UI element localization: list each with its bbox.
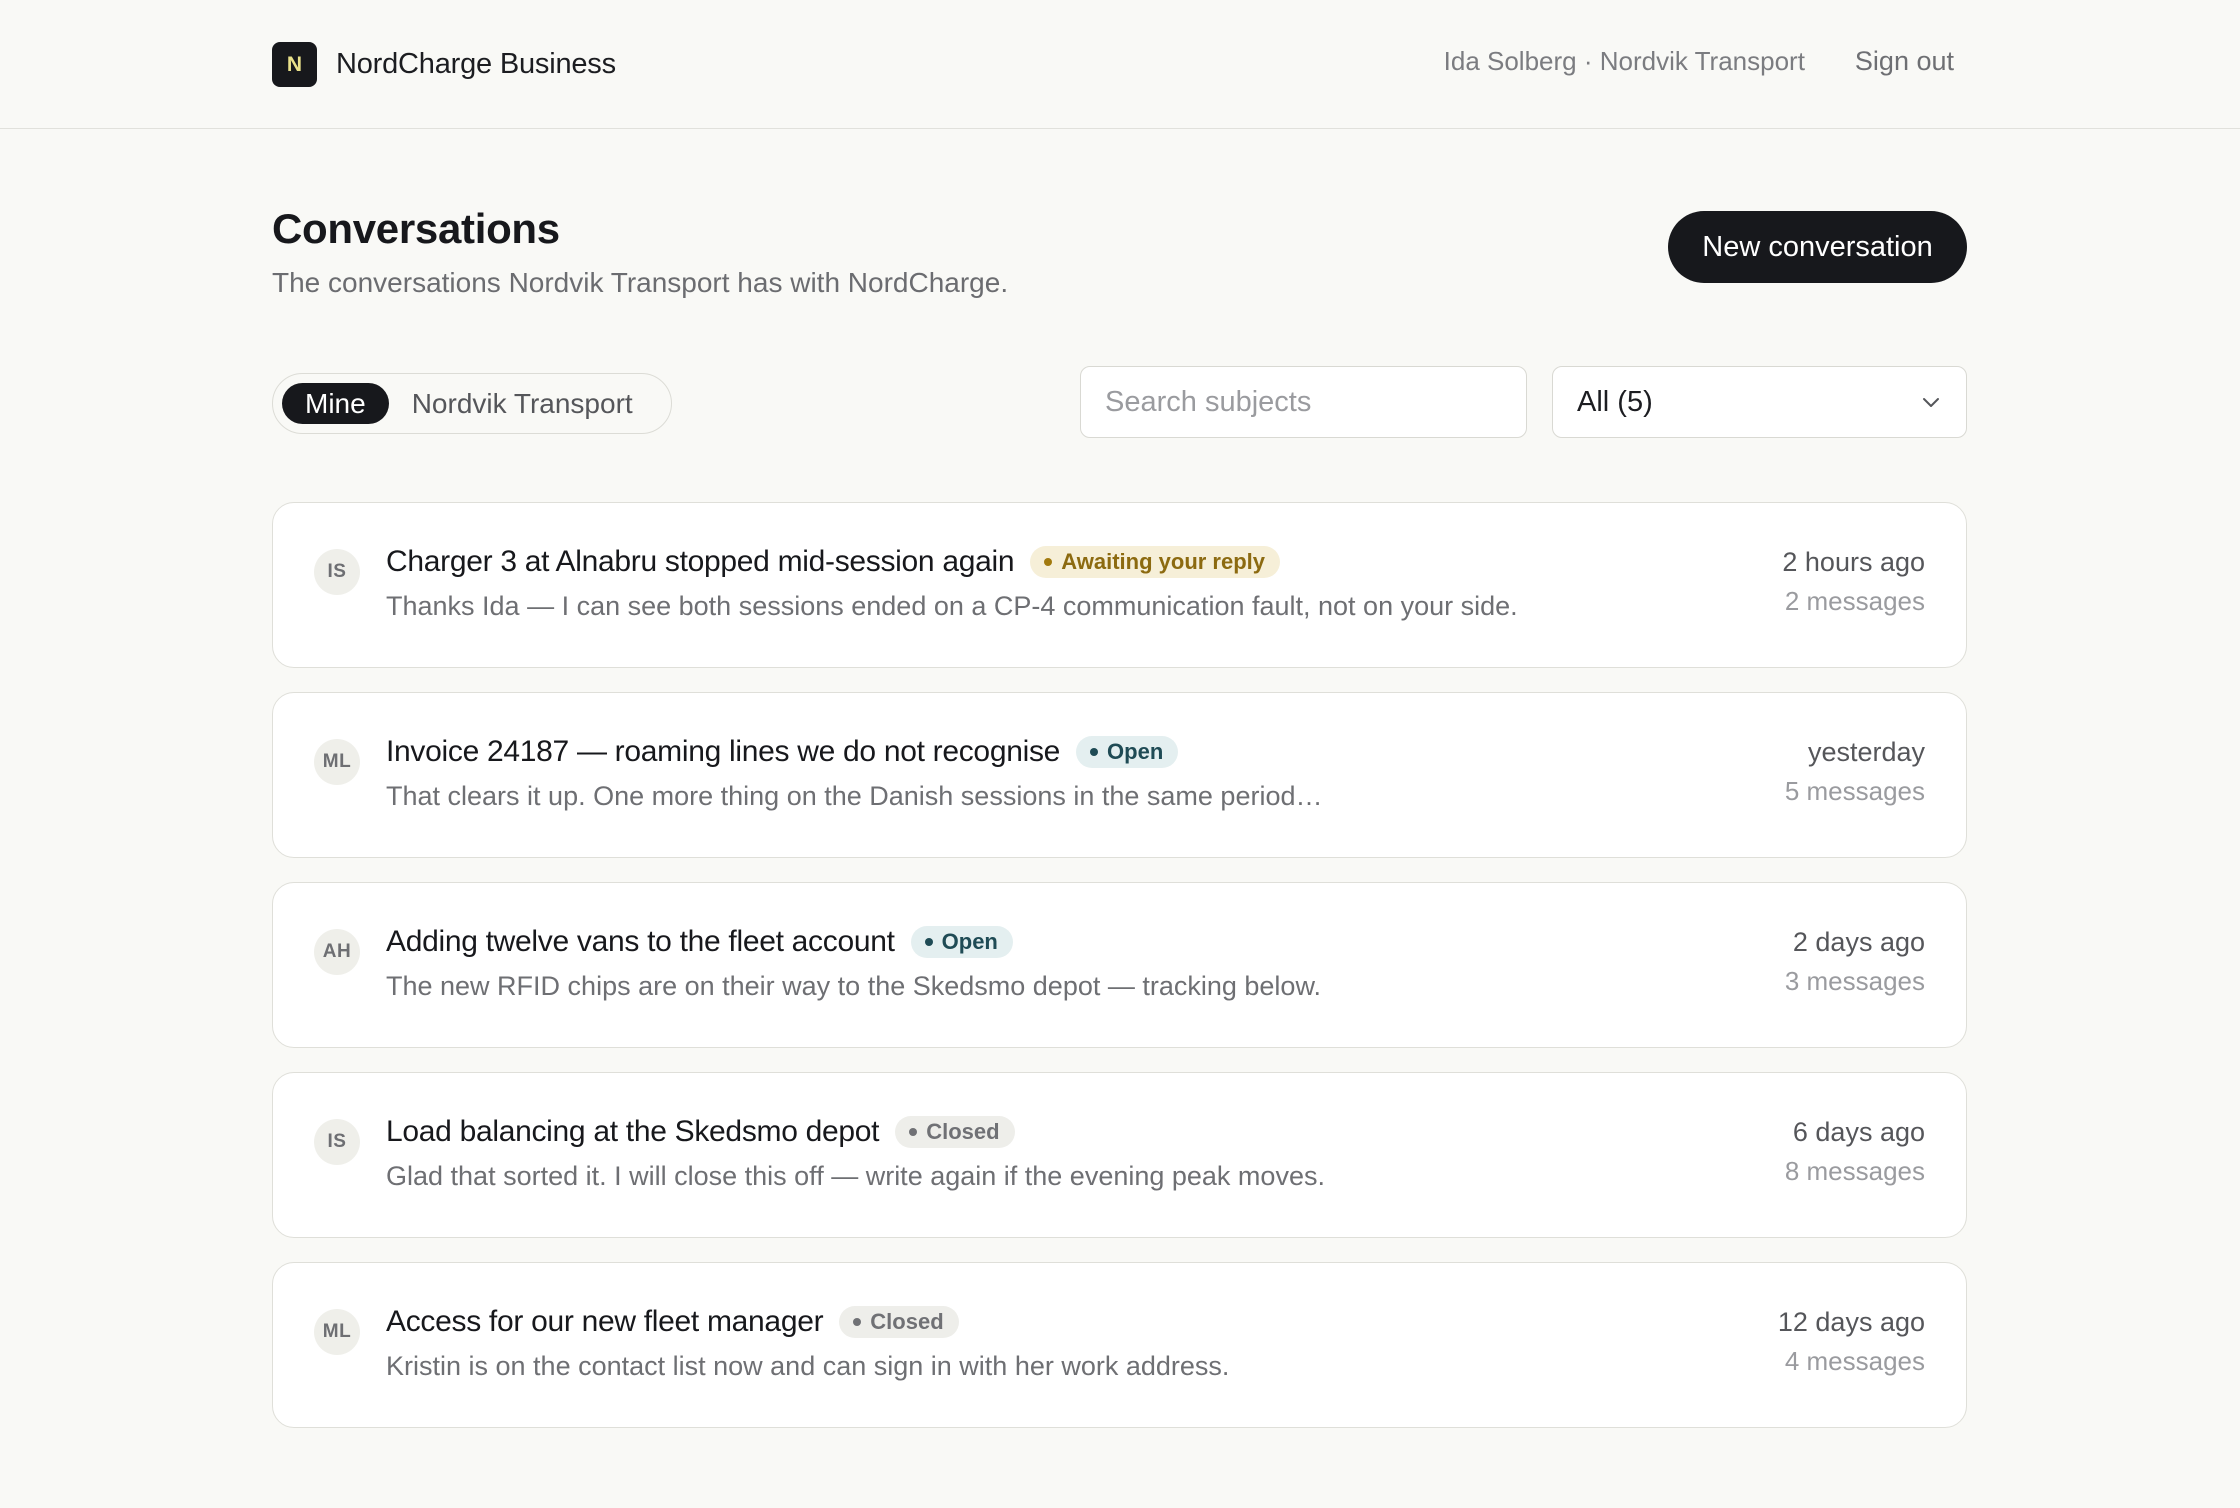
top-bar: N NordCharge Business Ida Solberg · Nord…: [0, 0, 2240, 129]
conversation-time: 12 days ago: [1777, 1307, 1925, 1337]
brand-logo: N: [272, 42, 317, 87]
message-count: 5 messages: [1784, 776, 1925, 806]
conversation-preview: The new RFID chips are on their way to t…: [386, 971, 1321, 1001]
conversation-meta: yesterday 5 messages: [1785, 737, 1925, 807]
avatar: IS: [314, 1119, 360, 1165]
brand-name: NordCharge Business: [336, 48, 616, 80]
conversation-time: 2 hours ago: [1782, 547, 1925, 577]
search-input[interactable]: [1080, 366, 1527, 438]
conversation-time: 2 days ago: [1792, 927, 1925, 957]
status-dot-icon: [853, 1318, 862, 1326]
status-dot-icon: [1044, 558, 1053, 566]
status-badge: Closed: [895, 1116, 1015, 1148]
conversation-meta: 2 days ago 3 messages: [1785, 927, 1925, 997]
status-badge: Open: [910, 926, 1013, 958]
avatar: ML: [314, 739, 360, 785]
scope-tab-mine[interactable]: Mine: [282, 383, 389, 424]
status-dot-icon: [1090, 748, 1099, 756]
conversation-subject: Access for our new fleet manager: [386, 1305, 824, 1338]
message-count: 8 messages: [1784, 1156, 1925, 1186]
conversation-subject: Invoice 24187 — roaming lines we do not …: [386, 735, 1061, 768]
status-dot-icon: [909, 1128, 918, 1136]
conversation-time: yesterday: [1807, 737, 1925, 767]
status-badge: Open: [1076, 736, 1179, 768]
scope-toggle: Mine Nordvik Transport: [272, 373, 672, 434]
status-badge-label: Closed: [870, 1309, 944, 1334]
chevron-down-icon: [1920, 391, 1942, 413]
conversation-preview: Kristin is on the contact list now and c…: [386, 1351, 1230, 1381]
status-dot-icon: [924, 938, 933, 946]
conversation-list: IS Charger 3 at Alnabru stopped mid-sess…: [272, 502, 1967, 1452]
status-badge-label: Awaiting your reply: [1061, 549, 1266, 574]
message-count: 2 messages: [1784, 586, 1925, 616]
avatar: AH: [314, 929, 360, 975]
page-title: Conversations: [272, 205, 560, 252]
conversation-meta: 12 days ago 4 messages: [1778, 1307, 1925, 1377]
conversation-preview: That clears it up. One more thing on the…: [386, 781, 1323, 811]
conversation-subject: Adding twelve vans to the fleet account: [386, 925, 895, 958]
user-label: Ida Solberg · Nordvik Transport: [1443, 46, 1805, 76]
status-badge-label: Open: [1107, 739, 1164, 764]
status-filter-select[interactable]: All (5): [1552, 366, 1967, 438]
message-count: 3 messages: [1784, 966, 1925, 996]
conversation-card[interactable]: AH Adding twelve vans to the fleet accou…: [272, 882, 1967, 1048]
conversation-meta: 2 hours ago 2 messages: [1782, 547, 1925, 617]
conversation-card[interactable]: ML Invoice 24187 — roaming lines we do n…: [272, 692, 1967, 858]
scope-tab-company[interactable]: Nordvik Transport: [389, 383, 656, 424]
conversation-card[interactable]: IS Charger 3 at Alnabru stopped mid-sess…: [272, 502, 1967, 668]
new-conversation-button[interactable]: New conversation: [1668, 211, 1967, 283]
conversation-preview: Glad that sorted it. I will close this o…: [386, 1161, 1325, 1191]
page-subtitle: The conversations Nordvik Transport has …: [272, 267, 1009, 298]
conversation-subject: Charger 3 at Alnabru stopped mid-session…: [386, 545, 1015, 578]
conversation-card[interactable]: ML Access for our new fleet manager Clos…: [272, 1262, 1967, 1428]
status-badge-label: Closed: [926, 1119, 1000, 1144]
account-area: Ida Solberg · Nordvik Transport Sign out: [1444, 46, 1954, 77]
message-count: 4 messages: [1784, 1346, 1925, 1376]
conversation-preview: Thanks Ida — I can see both sessions end…: [386, 591, 1518, 621]
conversation-card[interactable]: IS Load balancing at the Skedsmo depot C…: [272, 1072, 1967, 1238]
avatar: ML: [314, 1309, 360, 1355]
status-badge: Closed: [839, 1306, 959, 1338]
conversation-time: 6 days ago: [1792, 1117, 1925, 1147]
sign-out-link[interactable]: Sign out: [1855, 46, 1954, 77]
conversation-meta: 6 days ago 8 messages: [1785, 1117, 1925, 1187]
status-filter-value: All (5): [1577, 385, 1653, 418]
avatar: IS: [314, 549, 360, 595]
brand[interactable]: N NordCharge Business: [272, 42, 616, 87]
conversation-subject: Load balancing at the Skedsmo depot: [386, 1115, 880, 1148]
page-header: Conversations The conversations Nordvik …: [272, 205, 1008, 299]
status-badge: Awaiting your reply: [1030, 546, 1281, 578]
status-badge-label: Open: [941, 929, 998, 954]
